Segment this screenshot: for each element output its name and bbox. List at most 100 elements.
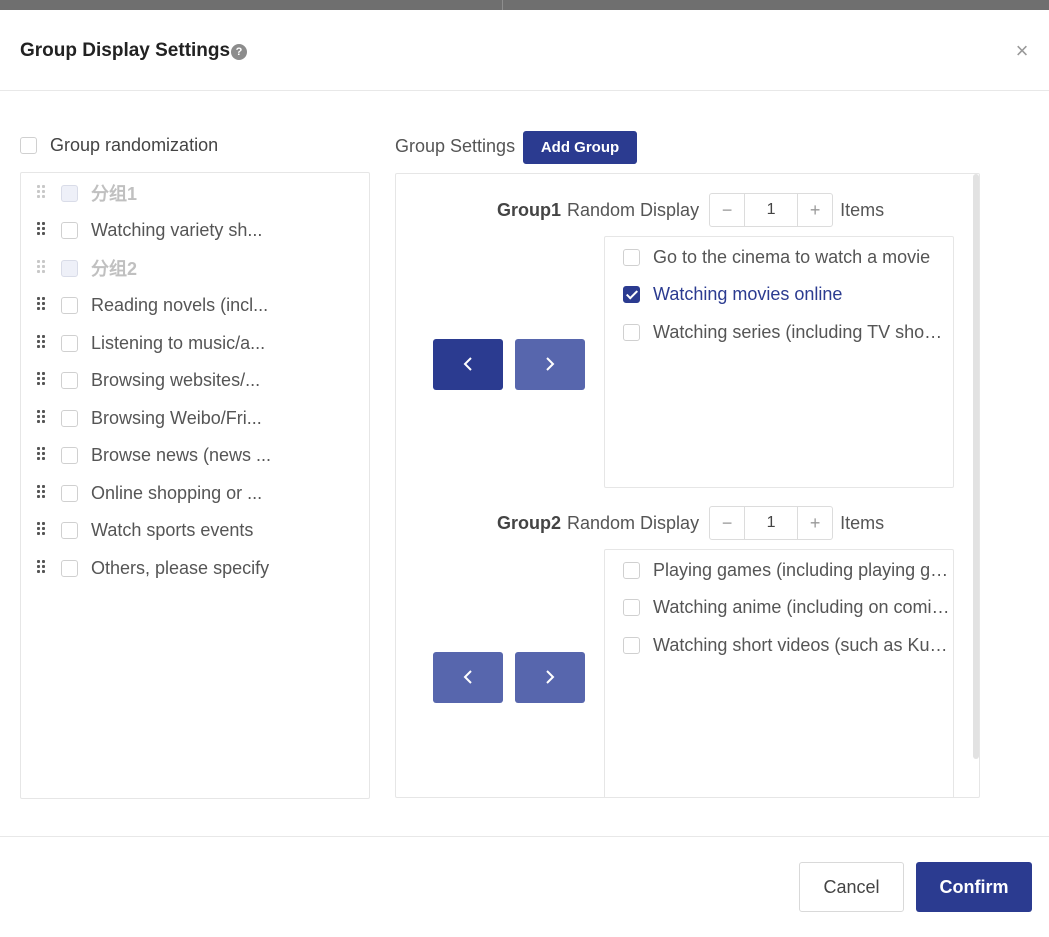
list-item[interactable]: Playing games (including playing games o… bbox=[605, 555, 953, 585]
chevron-left-icon bbox=[463, 357, 472, 371]
random-display-label: Random Display bbox=[567, 512, 700, 533]
items-label: Items bbox=[840, 199, 885, 220]
checkbox[interactable] bbox=[623, 561, 640, 579]
scrollbar[interactable] bbox=[973, 174, 979, 759]
group2-item-box: Playing games (including playing games o… bbox=[604, 549, 954, 797]
drag-handle-icon[interactable] bbox=[37, 335, 45, 351]
dialog-header: Group Display Settings ? × bbox=[0, 10, 1049, 91]
list-item-label: Watching anime (including on comics apps… bbox=[653, 596, 953, 617]
close-icon[interactable]: × bbox=[1012, 40, 1032, 62]
group1-header: Group1 Random Display − 1 + Items bbox=[497, 193, 884, 227]
confirm-button[interactable]: Confirm bbox=[916, 862, 1032, 912]
list-item[interactable]: 分组1 bbox=[21, 178, 369, 208]
increment-button[interactable]: + bbox=[798, 194, 832, 226]
list-item[interactable]: Watching short videos (such as Kuaishou,… bbox=[605, 630, 953, 660]
list-item-label: Others, please specify bbox=[91, 557, 270, 578]
chevron-right-icon bbox=[546, 670, 555, 684]
drag-handle-icon[interactable] bbox=[37, 222, 45, 238]
list-item[interactable]: Browse news (news ... bbox=[21, 440, 369, 470]
checkbox[interactable] bbox=[61, 259, 78, 277]
checkbox[interactable] bbox=[61, 184, 78, 202]
background-divider bbox=[502, 0, 503, 10]
drag-handle-icon[interactable] bbox=[37, 185, 45, 201]
drag-handle-icon[interactable] bbox=[37, 485, 45, 501]
checkbox[interactable] bbox=[623, 598, 640, 616]
checkbox[interactable] bbox=[20, 136, 37, 154]
list-item[interactable]: Watching variety sh... bbox=[21, 215, 369, 245]
move-left-button[interactable] bbox=[433, 652, 503, 703]
checkbox[interactable] bbox=[61, 334, 78, 352]
move-right-button[interactable] bbox=[515, 652, 585, 703]
list-item[interactable]: 分组2 bbox=[21, 253, 369, 283]
checkbox[interactable] bbox=[61, 446, 78, 464]
footer-divider bbox=[0, 836, 1049, 837]
list-item-label: Watching short videos (such as Kuaishou,… bbox=[653, 634, 953, 655]
list-item-label: Browsing websites/... bbox=[91, 369, 261, 390]
stepper-value[interactable]: 1 bbox=[744, 194, 799, 226]
items-label: Items bbox=[840, 512, 885, 533]
background-overlay bbox=[0, 0, 1049, 10]
checkbox[interactable] bbox=[623, 636, 640, 654]
cancel-button[interactable]: Cancel bbox=[799, 862, 904, 912]
list-item[interactable]: Watching anime (including on comics apps… bbox=[605, 592, 953, 622]
list-item-label: Watching movies online bbox=[653, 283, 843, 304]
checkbox[interactable] bbox=[61, 371, 78, 389]
quantity-stepper: − 1 + bbox=[709, 193, 834, 227]
list-item[interactable]: Browsing websites/... bbox=[21, 365, 369, 395]
random-display-label: Random Display bbox=[567, 199, 700, 220]
list-item[interactable]: Watch sports events bbox=[21, 515, 369, 545]
move-left-button[interactable] bbox=[433, 339, 503, 390]
checkbox[interactable] bbox=[61, 221, 78, 239]
drag-handle-icon[interactable] bbox=[37, 372, 45, 388]
checkbox[interactable] bbox=[61, 296, 78, 314]
move-right-button[interactable] bbox=[515, 339, 585, 390]
drag-handle-icon[interactable] bbox=[37, 260, 45, 276]
decrement-button[interactable]: − bbox=[710, 507, 744, 539]
drag-handle-icon[interactable] bbox=[37, 560, 45, 576]
drag-handle-icon[interactable] bbox=[37, 297, 45, 313]
list-item-label: Listening to music/a... bbox=[91, 332, 266, 353]
group-randomization-label: Group randomization bbox=[50, 134, 219, 155]
chevron-right-icon bbox=[546, 357, 555, 371]
drag-handle-icon[interactable] bbox=[37, 447, 45, 463]
help-icon[interactable]: ? bbox=[231, 44, 247, 60]
list-item[interactable]: Others, please specify bbox=[21, 553, 369, 583]
list-item[interactable]: Go to the cinema to watch a movie bbox=[605, 242, 953, 272]
increment-button[interactable]: + bbox=[798, 507, 832, 539]
list-item[interactable]: Listening to music/a... bbox=[21, 328, 369, 358]
list-item-label: Reading novels (incl... bbox=[91, 294, 269, 315]
checkbox[interactable] bbox=[61, 484, 78, 502]
checkbox[interactable] bbox=[623, 285, 640, 303]
group-name: Group2 bbox=[497, 512, 562, 533]
list-item[interactable]: Online shopping or ... bbox=[21, 478, 369, 508]
drag-handle-icon[interactable] bbox=[37, 522, 45, 538]
checkbox[interactable] bbox=[61, 521, 78, 539]
list-item[interactable]: Watching series (including TV shows, etc… bbox=[605, 317, 953, 347]
list-item-label: Watching variety sh... bbox=[91, 219, 263, 240]
checkbox[interactable] bbox=[61, 559, 78, 577]
group-randomization-checkbox[interactable]: Group randomization bbox=[20, 135, 218, 155]
list-item-label: 分组2 bbox=[91, 259, 138, 279]
checkbox[interactable] bbox=[623, 323, 640, 341]
list-item-label: Watch sports events bbox=[91, 519, 254, 540]
list-item-label: Playing games (including playing games o… bbox=[653, 559, 953, 580]
list-item-label: Online shopping or ... bbox=[91, 482, 263, 503]
add-group-button[interactable]: Add Group bbox=[523, 131, 637, 164]
group-settings-panel: Group1 Random Display − 1 + Items Go to … bbox=[395, 173, 980, 798]
list-item-label: 分组1 bbox=[91, 184, 138, 204]
group-display-settings-dialog: Group Display Settings ? × Group randomi… bbox=[0, 10, 1049, 937]
checkbox[interactable] bbox=[61, 409, 78, 427]
drag-handle-icon[interactable] bbox=[37, 410, 45, 426]
chevron-left-icon bbox=[463, 670, 472, 684]
group-settings-label: Group Settings bbox=[395, 136, 516, 156]
list-item[interactable]: Reading novels (incl... bbox=[21, 290, 369, 320]
list-item-label: Watching series (including TV shows, etc… bbox=[653, 321, 953, 342]
stepper-value[interactable]: 1 bbox=[744, 507, 799, 539]
group2-header: Group2 Random Display − 1 + Items bbox=[497, 506, 884, 540]
decrement-button[interactable]: − bbox=[710, 194, 744, 226]
list-item-label: Browsing Weibo/Fri... bbox=[91, 407, 262, 428]
list-item[interactable]: Watching movies online bbox=[605, 279, 953, 309]
list-item[interactable]: Browsing Weibo/Fri... bbox=[21, 403, 369, 433]
dialog-title: Group Display Settings bbox=[20, 40, 231, 61]
checkbox[interactable] bbox=[623, 248, 640, 266]
